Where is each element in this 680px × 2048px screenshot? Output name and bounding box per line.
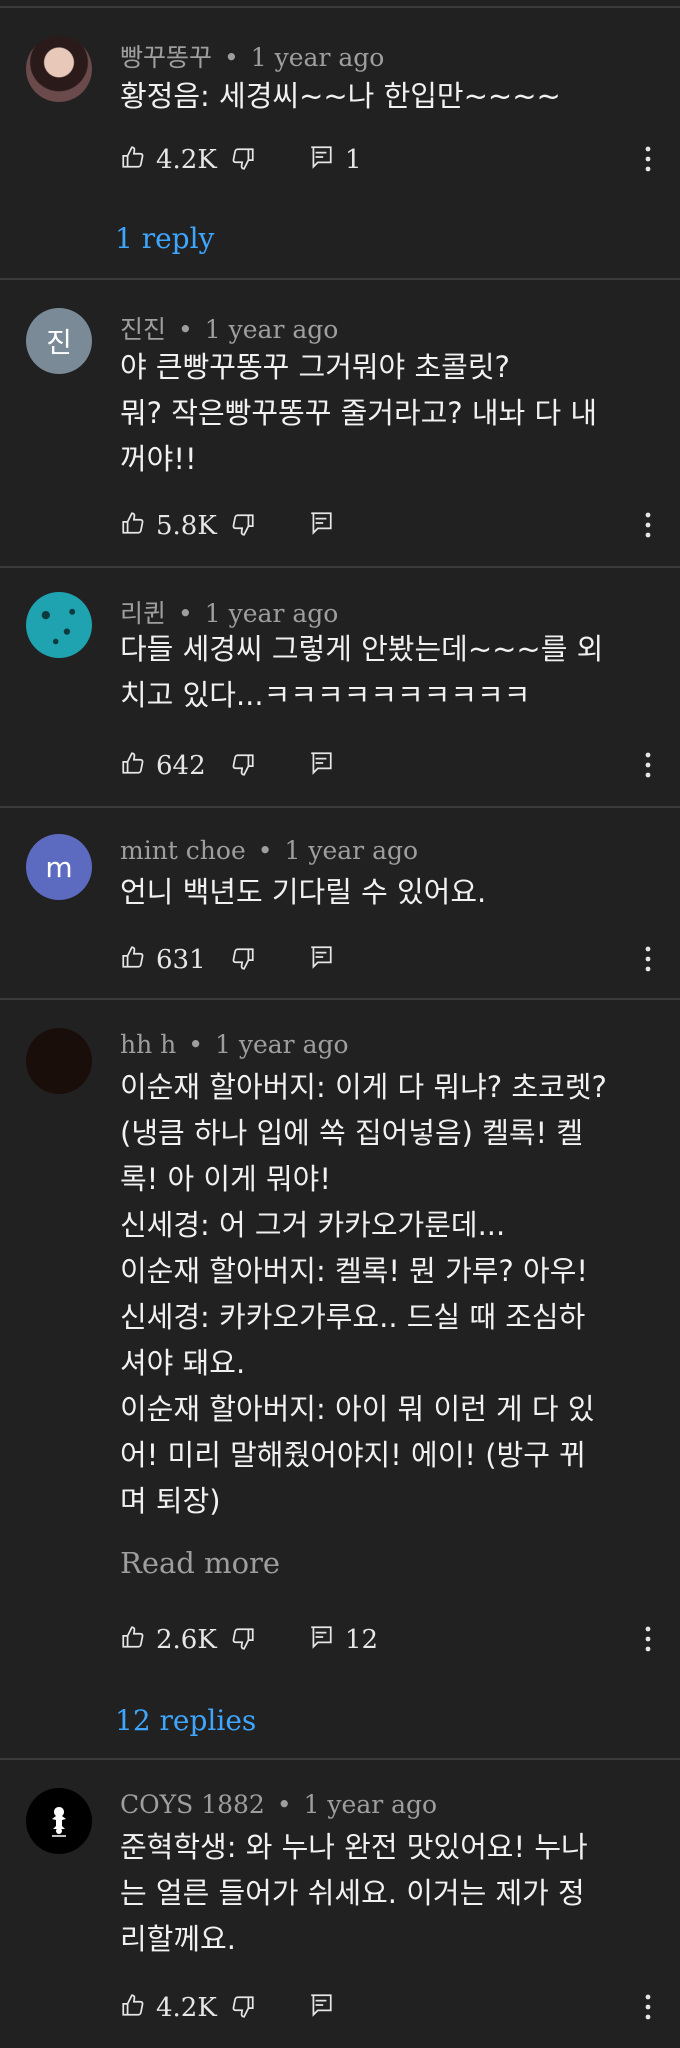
comment-text: 이순재 할아버지: 이게 다 뭐냐? 초코렛? (냉큼 하나 입에 쏙 집어넣음… xyxy=(120,1070,607,1518)
comment-text: 다들 세경씨 그렇게 안봤는데~~~를 외 치고 있다...ㅋㅋㅋㅋㅋㅋㅋㅋㅋㅋ xyxy=(120,632,604,712)
thumbs-up-icon[interactable] xyxy=(120,1992,146,2018)
comment-time: 1 year ago xyxy=(204,315,339,344)
comment-time: 1 year ago xyxy=(250,43,385,72)
action-bar: 5.8K xyxy=(120,510,660,542)
like-count: 4.2K xyxy=(156,145,217,175)
comment-item: COYS 1882 • 1 year ago 준혁학생: 와 누나 완전 맛있어요!… xyxy=(0,1760,680,2048)
action-bar: 631 xyxy=(120,944,660,976)
like-count: 4.2K xyxy=(156,1993,217,2023)
thumbs-up-icon[interactable] xyxy=(120,510,146,536)
thumbs-down-icon[interactable] xyxy=(230,752,256,778)
comment-text: 언니 백년도 기다릴 수 있어요. xyxy=(120,875,487,909)
comment-meta: 리퀸 • 1 year ago xyxy=(120,599,339,628)
comment-time: 1 year ago xyxy=(284,836,419,865)
avatar[interactable]: m xyxy=(26,834,92,900)
comment-time: 1 year ago xyxy=(303,1790,438,1819)
reply-count: 1 xyxy=(345,145,362,175)
avatar-letter: 진 xyxy=(46,326,72,359)
thumbs-down-icon[interactable] xyxy=(230,1626,256,1652)
comment-text: 준혁학생: 와 누나 완전 맛있어요! 누나 는 얼른 들어가 쉬세요. 이거는… xyxy=(120,1830,588,1956)
comments-page: 빵꾸똥꾸 • 1 year ago 황정음: 세경씨~~나 한입만~~~~ 4.2K… xyxy=(0,0,680,2048)
reply-icon[interactable] xyxy=(308,1992,334,2018)
action-bar: 4.2K 1 xyxy=(120,144,660,176)
rooster-crest-icon xyxy=(52,1807,66,1837)
author-name[interactable]: hh h xyxy=(120,1030,176,1059)
avatar[interactable] xyxy=(26,1788,92,1854)
comment-time: 1 year ago xyxy=(204,599,339,628)
like-count: 2.6K xyxy=(156,1625,217,1655)
reply-icon[interactable] xyxy=(308,510,334,536)
avatar[interactable] xyxy=(26,36,92,102)
read-more-link[interactable]: Read more xyxy=(120,1546,280,1580)
comment-meta: hh h • 1 year ago xyxy=(120,1030,349,1059)
comment-meta: mint choe • 1 year ago xyxy=(120,836,419,865)
comment-text: 야 큰빵꾸똥꾸 그거뭐야 초콜릿? 뭐? 작은빵꾸똥꾸 줄거라고? 내놔 다 내… xyxy=(120,350,598,476)
author-name[interactable]: 진진 xyxy=(120,315,166,344)
reply-icon[interactable] xyxy=(308,750,334,776)
thumbs-up-icon[interactable] xyxy=(120,1624,146,1650)
reply-icon[interactable] xyxy=(308,944,334,970)
more-options-icon[interactable] xyxy=(644,750,652,780)
comment-item: 리퀸 • 1 year ago 다들 세경씨 그렇게 안봤는데~~~를 외 치고 있… xyxy=(0,568,680,808)
like-count: 642 xyxy=(156,751,206,781)
reply-count: 12 xyxy=(345,1625,379,1655)
comment-item: 빵꾸똥꾸 • 1 year ago 황정음: 세경씨~~나 한입만~~~~ 4.2K… xyxy=(0,0,680,280)
reply-icon[interactable] xyxy=(308,1624,334,1650)
thumbs-down-icon[interactable] xyxy=(230,146,256,172)
more-options-icon[interactable] xyxy=(644,1624,652,1654)
avatar[interactable]: 진 xyxy=(26,308,92,374)
thumbs-down-icon[interactable] xyxy=(230,1994,256,2020)
comment-meta: 빵꾸똥꾸 • 1 year ago xyxy=(120,43,385,72)
thumbs-down-icon[interactable] xyxy=(230,512,256,538)
avatar[interactable] xyxy=(26,592,92,658)
more-options-icon[interactable] xyxy=(644,944,652,974)
thumbs-up-icon[interactable] xyxy=(120,144,146,170)
more-options-icon[interactable] xyxy=(644,1992,652,2022)
action-bar: 4.2K xyxy=(120,1992,660,2024)
author-name[interactable]: 빵꾸똥꾸 xyxy=(120,43,212,72)
more-options-icon[interactable] xyxy=(644,510,652,540)
avatar[interactable] xyxy=(26,1028,92,1094)
like-count: 5.8K xyxy=(156,511,217,541)
avatar-letter: m xyxy=(45,850,73,884)
thumbs-up-icon[interactable] xyxy=(120,944,146,970)
comment-item: 진 진진 • 1 year ago 야 큰빵꾸똥꾸 그거뭐야 초콜릿? 뭐? 작은빵… xyxy=(0,280,680,568)
comment-meta: 진진 • 1 year ago xyxy=(120,315,339,344)
comment-text: 황정음: 세경씨~~나 한입만~~~~ xyxy=(120,79,561,113)
like-count: 631 xyxy=(156,945,206,975)
comment-meta: COYS 1882 • 1 year ago xyxy=(120,1790,438,1819)
comment-item: hh h • 1 year ago 이순재 할아버지: 이게 다 뭐냐? 초코렛? … xyxy=(0,1000,680,1758)
reply-icon[interactable] xyxy=(308,144,334,170)
thumbs-up-icon[interactable] xyxy=(120,750,146,776)
view-replies-link[interactable]: 12 replies xyxy=(115,1704,256,1737)
view-replies-link[interactable]: 1 reply xyxy=(115,222,214,255)
thumbs-down-icon[interactable] xyxy=(230,946,256,972)
comment-time: 1 year ago xyxy=(215,1030,349,1059)
action-bar: 642 xyxy=(120,750,660,782)
author-name[interactable]: mint choe xyxy=(120,836,246,865)
author-name[interactable]: 리퀸 xyxy=(120,599,166,628)
more-options-icon[interactable] xyxy=(644,144,652,174)
author-name[interactable]: COYS 1882 xyxy=(120,1790,265,1819)
action-bar: 2.6K 12 xyxy=(120,1624,660,1656)
comment-item: m mint choe • 1 year ago 언니 백년도 기다릴 수 있어요.… xyxy=(0,808,680,1000)
